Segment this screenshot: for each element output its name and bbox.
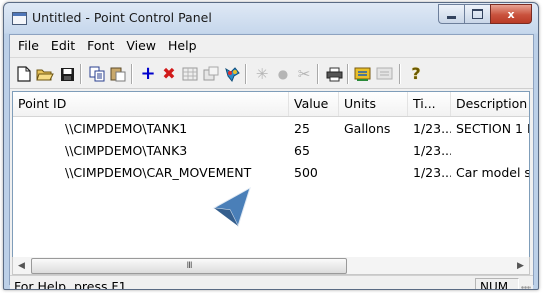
toolbar-separator xyxy=(80,64,81,84)
print-icon[interactable] xyxy=(325,65,343,83)
new-document-icon[interactable] xyxy=(15,65,33,83)
toolbar: + ✖ ✳ ● ✂ ? xyxy=(10,58,533,89)
horizontal-scrollbar[interactable]: ◀ III ▶ xyxy=(12,257,530,275)
scan-icon[interactable]: ✳ xyxy=(253,65,271,83)
record-icon[interactable]: ● xyxy=(274,65,292,83)
cell-description: SECTION 1 P xyxy=(456,121,529,136)
paste-icon[interactable] xyxy=(109,65,127,83)
toolbar-separator xyxy=(347,64,348,84)
title-bar[interactable]: Untitled - Point Control Panel x xyxy=(4,3,538,33)
cell-point-id: \\CIMPDEMO\TANK3 xyxy=(65,143,188,158)
copy-icon[interactable] xyxy=(88,65,106,83)
menu-file[interactable]: File xyxy=(10,36,45,56)
report-icon[interactable] xyxy=(354,65,372,83)
cell-time: 1/23... xyxy=(413,165,451,180)
close-icon: x xyxy=(507,7,515,21)
cell-point-id: \\CIMPDEMO\TANK1 xyxy=(65,121,188,136)
caption-buttons: x xyxy=(438,4,532,24)
cell-time: 1/23... xyxy=(413,143,451,158)
cell-value: 500 xyxy=(294,165,318,180)
application-window: Untitled - Point Control Panel x File Ed… xyxy=(3,2,539,290)
client-area: File Edit Font View Help + ✖ ✳ ● ✂ ? Poi… xyxy=(9,34,534,289)
cell-units xyxy=(339,162,408,184)
cell-description xyxy=(451,140,529,162)
toolbar-separator xyxy=(245,64,246,84)
status-help-text: For Help, press F1 xyxy=(14,279,127,290)
cell-units: Gallons xyxy=(344,121,391,136)
cut-icon[interactable]: ✂ xyxy=(295,65,313,83)
table-row[interactable]: \\CIMPDEMO\TANK3 65 1/23... xyxy=(13,140,529,162)
color-icon[interactable] xyxy=(223,65,241,83)
scroll-left-icon[interactable]: ◀ xyxy=(13,257,30,274)
save-disk-icon[interactable] xyxy=(58,65,76,83)
column-value[interactable]: Value xyxy=(289,92,339,116)
delete-point-icon[interactable]: ✖ xyxy=(160,65,178,83)
maximize-button[interactable] xyxy=(464,4,490,24)
menu-bar: File Edit Font View Help xyxy=(10,35,533,58)
list-header: Point ID Value Units Ti... Description xyxy=(13,92,529,117)
grip-icon: III xyxy=(186,261,193,271)
column-point-id[interactable]: Point ID xyxy=(13,92,289,116)
cell-value: 65 xyxy=(294,143,310,158)
open-folder-icon[interactable] xyxy=(36,65,54,83)
toolbar-separator xyxy=(317,64,318,84)
menu-font[interactable]: Font xyxy=(81,36,120,56)
help-icon[interactable]: ? xyxy=(407,65,425,83)
point-list[interactable]: Point ID Value Units Ti... Description \… xyxy=(12,91,530,258)
disabled-report-icon[interactable] xyxy=(376,65,394,83)
scroll-right-icon[interactable]: ▶ xyxy=(512,257,529,274)
window-title: Untitled - Point Control Panel xyxy=(32,10,212,25)
menu-help[interactable]: Help xyxy=(162,36,203,56)
num-lock-indicator: NUM xyxy=(475,278,519,289)
minimize-icon xyxy=(447,15,456,19)
grid-icon[interactable] xyxy=(181,65,199,83)
resize-grip-icon[interactable] xyxy=(521,286,531,289)
menu-edit[interactable]: Edit xyxy=(45,36,81,56)
minimize-button[interactable] xyxy=(438,4,464,24)
column-description[interactable]: Description xyxy=(451,92,529,116)
cell-units xyxy=(339,140,408,162)
cell-time: 1/23... xyxy=(413,121,451,136)
status-bar: For Help, press F1 NUM xyxy=(10,275,533,290)
table-row[interactable]: \\CIMPDEMO\TANK1 25 Gallons 1/23... SECT… xyxy=(13,118,529,140)
table-row[interactable]: \\CIMPDEMO\CAR_MOVEMENT 500 1/23... Car … xyxy=(13,162,529,184)
toolbar-separator xyxy=(399,64,400,84)
app-icon[interactable] xyxy=(12,12,27,25)
scroll-thumb[interactable]: III xyxy=(31,258,347,274)
toolbar-separator xyxy=(131,64,132,84)
column-units[interactable]: Units xyxy=(339,92,408,116)
close-button[interactable]: x xyxy=(490,4,532,24)
cell-description: Car model sp xyxy=(456,165,529,180)
mouse-pointer-icon xyxy=(212,186,251,228)
cell-point-id: \\CIMPDEMO\CAR_MOVEMENT xyxy=(65,165,252,180)
column-time[interactable]: Ti... xyxy=(408,92,451,116)
maximize-icon xyxy=(472,9,483,19)
add-point-icon[interactable]: + xyxy=(139,65,157,83)
cell-value: 25 xyxy=(294,121,310,136)
menu-view[interactable]: View xyxy=(120,36,162,56)
properties-icon[interactable] xyxy=(202,65,220,83)
